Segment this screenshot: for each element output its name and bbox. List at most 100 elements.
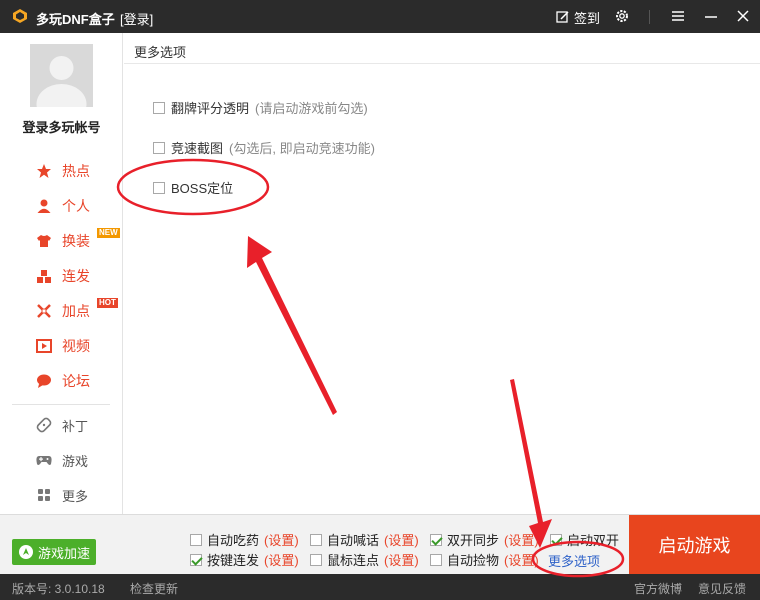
sidebar-item-outfit[interactable]: 换装 NEW (36, 228, 120, 252)
checkbox[interactable] (430, 533, 442, 546)
settings-link[interactable]: (设置) (384, 530, 419, 549)
sidebar: 登录多玩帐号 热点 个人 换装 NEW 连发 加点 HOT 视频 论坛 补丁 游… (0, 33, 123, 514)
sidebar-item-label: 个人 (62, 198, 90, 214)
status-bar: 版本号: 3.0.10.18 检查更新 官方微博 意见反馈 (0, 574, 760, 600)
option-mouse-autoclick[interactable]: 鼠标连点 (设置) (310, 550, 419, 569)
default-avatar-icon (36, 56, 87, 107)
close-icon[interactable] (735, 8, 751, 24)
checkbox[interactable] (190, 533, 202, 546)
sidebar-item-skillpoints[interactable]: 加点 HOT (36, 298, 118, 322)
sidebar-item-label: 换装 (62, 233, 90, 249)
signin-label: 签到 (574, 10, 601, 26)
option-auto-potion[interactable]: 自动吃药 (设置) (190, 530, 299, 549)
bandage-icon (36, 417, 52, 433)
new-badge: NEW (97, 228, 120, 238)
option-label: 自动捡物 (447, 553, 500, 568)
checkbox[interactable] (153, 181, 165, 194)
sidebar-item-label: 加点 (62, 303, 90, 319)
title-divider (649, 10, 650, 24)
sidebar-item-forum[interactable]: 论坛 (36, 370, 90, 392)
more-options-panel: 翻牌评分透明 (请启动游戏前勾选) 竞速截图 (勾选后, 即启动竞速功能) BO… (124, 64, 760, 514)
sidebar-item-more[interactable]: 更多 (36, 484, 88, 506)
blocks-icon (36, 268, 52, 284)
option-label: 翻牌评分透明 (171, 101, 250, 116)
sidebar-item-label: 补丁 (62, 418, 89, 434)
option-label: BOSS定位 (171, 181, 234, 196)
option-label: 自动吃药 (207, 533, 260, 548)
signin-button[interactable]: 签到 (556, 8, 600, 26)
avatar[interactable] (30, 44, 93, 107)
sidebar-item-video[interactable]: 视频 (36, 335, 90, 357)
app-logo-icon (13, 9, 27, 23)
option-boss-locate[interactable]: BOSS定位 (153, 178, 233, 197)
settings-link[interactable]: (设置) (504, 530, 539, 549)
sidebar-item-label: 视频 (62, 338, 90, 354)
game-accelerate-button[interactable]: 游戏加速 (12, 539, 96, 565)
option-dual-sync[interactable]: 双开同步 (设置) (430, 530, 539, 549)
feedback-link[interactable]: 意见反馈 (698, 580, 746, 597)
title-bar: 多玩DNF盒子 [登录] 签到 (0, 0, 760, 33)
checkbox[interactable] (310, 533, 322, 546)
checkbox[interactable] (190, 553, 202, 566)
settings-link[interactable]: (设置) (384, 550, 419, 569)
option-card-score-transparent[interactable]: 翻牌评分透明 (请启动游戏前勾选) (153, 98, 368, 117)
option-hint: (勾选后, 即启动竞速功能) (229, 141, 375, 156)
checkbox[interactable] (310, 553, 322, 566)
checkbox[interactable] (550, 533, 562, 546)
sidebar-divider (12, 404, 110, 405)
more-options-link[interactable]: 更多选项 (548, 551, 600, 570)
option-key-repeat[interactable]: 按键连发 (设置) (190, 550, 299, 569)
shirt-icon (36, 233, 52, 249)
app-title: 多玩DNF盒子 (36, 12, 115, 27)
option-speedrun-screenshot[interactable]: 竞速截图 (勾选后, 即启动竞速功能) (153, 138, 375, 157)
option-label: 鼠标连点 (327, 553, 380, 568)
checkbox[interactable] (153, 101, 165, 114)
official-weibo-link[interactable]: 官方微博 (634, 580, 682, 597)
settings-link[interactable]: (设置) (264, 550, 299, 569)
sidebar-item-label: 更多 (62, 488, 89, 504)
page-title: 更多选项 (134, 45, 187, 60)
option-label: 启动双开 (567, 533, 620, 548)
grid-icon (36, 487, 52, 503)
star-icon (36, 163, 52, 179)
version-label: 版本号: 3.0.10.18 (12, 582, 105, 596)
option-launch-dual[interactable]: 启动双开 (550, 530, 619, 549)
sidebar-item-personal[interactable]: 个人 (36, 195, 90, 217)
option-label: 双开同步 (447, 533, 500, 548)
option-auto-pickup[interactable]: 自动捡物 (设置) (430, 550, 539, 569)
option-label: 自动喊话 (327, 533, 380, 548)
rocket-icon (18, 545, 33, 559)
person-icon (36, 198, 52, 214)
sidebar-item-label: 论坛 (62, 373, 90, 389)
sidebar-item-label: 游戏 (62, 453, 89, 469)
launch-game-button[interactable]: 启动游戏 (629, 515, 760, 575)
sidebar-item-label: 连发 (62, 268, 90, 284)
gamepad-icon (36, 452, 52, 468)
content-header: 更多选项 (124, 33, 760, 64)
crossed-swords-icon (36, 303, 52, 319)
sidebar-item-rapidfire[interactable]: 连发 (36, 265, 90, 287)
check-update-link[interactable]: 检查更新 (130, 580, 178, 597)
sidebar-item-label: 热点 (62, 163, 90, 179)
edit-icon (556, 11, 569, 23)
accel-label: 游戏加速 (37, 545, 90, 561)
option-auto-shout[interactable]: 自动喊话 (设置) (310, 530, 419, 549)
play-icon (36, 338, 52, 354)
settings-link[interactable]: (设置) (264, 530, 299, 549)
settings-gear-icon[interactable] (614, 8, 630, 24)
sidebar-item-patch[interactable]: 补丁 (36, 414, 88, 436)
hot-badge: HOT (97, 298, 118, 308)
checkbox[interactable] (153, 141, 165, 154)
option-label: 按键连发 (207, 553, 260, 568)
menu-icon[interactable] (670, 8, 686, 24)
option-label: 竞速截图 (171, 141, 224, 156)
login-account-link[interactable]: 登录多玩帐号 (0, 117, 123, 136)
option-hint: (请启动游戏前勾选) (255, 101, 368, 116)
login-link[interactable]: [登录] (120, 9, 153, 28)
checkbox[interactable] (430, 553, 442, 566)
sidebar-item-games[interactable]: 游戏 (36, 449, 88, 471)
minimize-icon[interactable] (703, 8, 719, 24)
bottom-toolbar: 游戏加速 自动吃药 (设置) 自动喊话 (设置) 双开同步 (设置) 启动双开 按键连… (0, 514, 760, 575)
settings-link[interactable]: (设置) (504, 550, 539, 569)
sidebar-item-hot[interactable]: 热点 (36, 160, 90, 182)
